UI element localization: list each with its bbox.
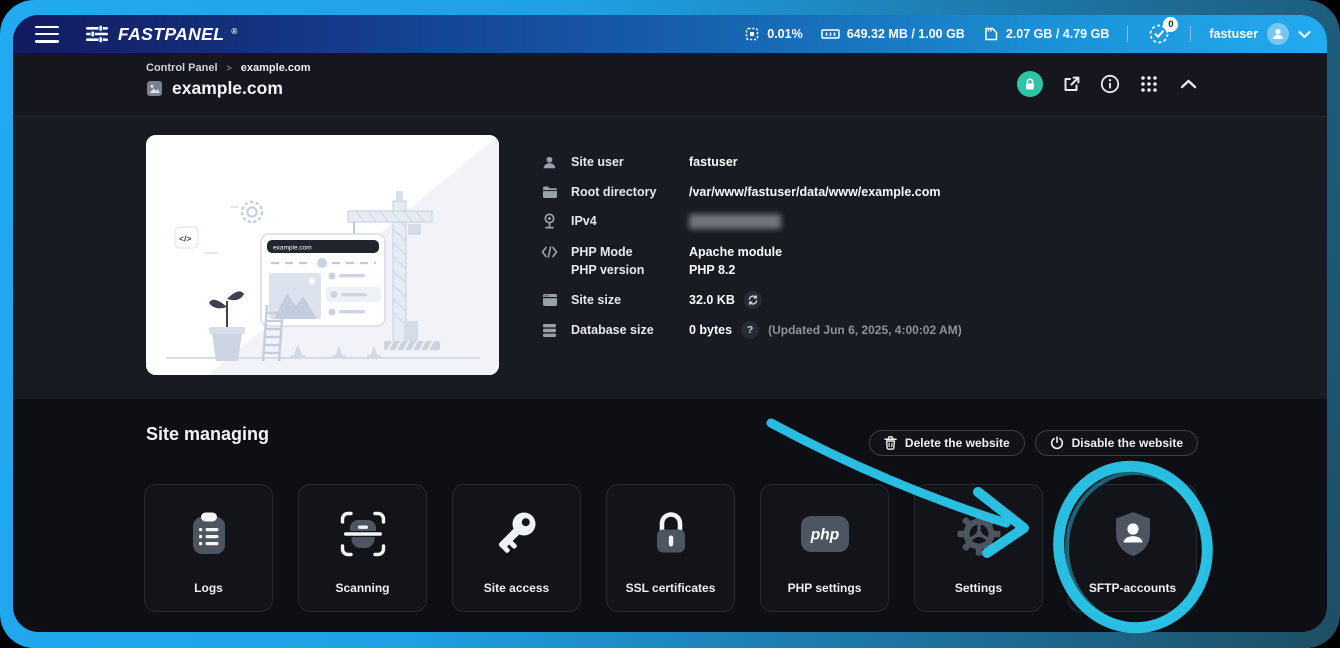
screenshot-stage: FASTPANEL ® 0.01% xyxy=(0,0,1340,648)
card-sftp-accounts[interactable]: SFTP-accounts xyxy=(1068,484,1197,612)
ssl-status-button[interactable] xyxy=(1017,71,1043,97)
topbar: FASTPANEL ® 0.01% xyxy=(13,15,1327,53)
key-icon xyxy=(492,509,542,564)
svg-text:</>: </> xyxy=(179,234,191,244)
page-title: example.com xyxy=(172,78,283,99)
user-icon xyxy=(541,155,558,170)
logs-icon xyxy=(184,509,234,564)
info-row-root-directory: Root directory /var/www/fastuser/data/ww… xyxy=(541,183,940,201)
apps-grid-button[interactable] xyxy=(1138,73,1160,95)
brand-logo[interactable]: FASTPANEL ® xyxy=(85,24,237,45)
brand-registered-mark: ® xyxy=(231,27,237,36)
svg-text:php: php xyxy=(809,527,838,544)
page-header: Control Panel > example.com example.com xyxy=(13,53,1327,117)
disk-value: 2.07 GB / 4.79 GB xyxy=(1006,27,1110,41)
sftp-shield-icon xyxy=(1108,509,1158,564)
info-row-php-version: PHP version PHP 8.2 xyxy=(541,261,735,279)
user-menu[interactable]: fastuser xyxy=(1209,23,1311,45)
trash-icon xyxy=(884,436,897,450)
illustration-domain: example.com xyxy=(273,245,312,252)
external-link-icon xyxy=(1062,75,1081,94)
tasks-button[interactable]: 0 xyxy=(1146,21,1172,47)
browser-window-icon xyxy=(541,293,558,307)
database-size-help-button[interactable]: ? xyxy=(741,321,759,339)
folder-icon xyxy=(541,185,558,199)
info-row-site-size: Site size 32.0 KB xyxy=(541,291,762,309)
topbar-divider xyxy=(1190,26,1191,42)
gear-icon xyxy=(954,509,1004,564)
ram-usage-stat: 649.32 MB / 1.00 GB xyxy=(821,27,965,41)
breadcrumb-current: example.com xyxy=(241,62,311,74)
site-managing-section: Site managing Delete the website xyxy=(13,399,1327,632)
info-row-database-size: Database size 0 bytes ? (Updated Jun 6, … xyxy=(541,321,962,339)
delete-website-button[interactable]: Delete the website xyxy=(869,430,1025,456)
breadcrumb: Control Panel > example.com xyxy=(146,62,310,74)
disk-usage-stat: 2.07 GB / 4.79 GB xyxy=(983,26,1110,42)
power-icon xyxy=(1050,436,1064,450)
chevron-down-icon[interactable] xyxy=(1298,30,1311,39)
code-icon xyxy=(541,246,558,258)
equalizer-icon xyxy=(85,25,111,43)
card-scanning[interactable]: Scanning xyxy=(298,484,427,612)
brand-name: FASTPANEL xyxy=(118,24,224,45)
disk-icon xyxy=(983,26,999,42)
card-settings[interactable]: Settings xyxy=(914,484,1043,612)
site-info-button[interactable] xyxy=(1099,73,1121,95)
site-overview: example.com xyxy=(13,117,1327,399)
card-logs[interactable]: Logs xyxy=(144,484,273,612)
chevron-up-icon xyxy=(1180,79,1197,89)
ram-value: 649.32 MB / 1.00 GB xyxy=(847,27,965,41)
card-site-access[interactable]: Site access xyxy=(452,484,581,612)
disable-website-button[interactable]: Disable the website xyxy=(1035,430,1198,456)
cpu-usage-stat: 0.01% xyxy=(744,26,802,42)
location-icon xyxy=(541,213,558,229)
avatar xyxy=(1267,23,1289,45)
info-row-site-user: Site user fastuser xyxy=(541,153,738,171)
info-row-ipv4: IPv4 xyxy=(541,212,781,230)
cpu-icon xyxy=(744,26,760,42)
ssl-lock-icon xyxy=(646,509,696,564)
app-window: FASTPANEL ® 0.01% xyxy=(13,15,1327,632)
section-title: Site managing xyxy=(146,424,269,445)
tasks-count-badge: 0 xyxy=(1163,17,1178,32)
grid-dots-icon xyxy=(1140,75,1158,93)
ram-icon xyxy=(821,27,840,41)
php-icon: php xyxy=(800,509,850,564)
ipv4-redacted-value xyxy=(689,214,781,229)
scanning-icon xyxy=(338,509,388,564)
breadcrumb-control-panel[interactable]: Control Panel xyxy=(146,62,218,74)
menu-hamburger-icon[interactable] xyxy=(35,26,59,43)
cpu-value: 0.01% xyxy=(767,27,802,41)
username-label: fastuser xyxy=(1209,27,1258,41)
lock-icon xyxy=(1024,78,1036,91)
person-icon xyxy=(1271,27,1285,41)
collapse-button[interactable] xyxy=(1177,73,1199,95)
database-size-updated-note: (Updated Jun 6, 2025, 4:00:02 AM) xyxy=(768,323,962,337)
breadcrumb-separator: > xyxy=(227,63,232,73)
card-php-settings[interactable]: php PHP settings xyxy=(760,484,889,612)
site-illustration: example.com xyxy=(146,135,499,375)
info-icon xyxy=(1100,74,1120,94)
recalculate-size-button[interactable] xyxy=(744,291,762,309)
info-row-php-mode: PHP Mode Apache module xyxy=(541,243,782,261)
site-thumbnail-icon xyxy=(146,80,163,97)
topbar-divider xyxy=(1127,26,1128,42)
card-ssl-certificates[interactable]: SSL certificates xyxy=(606,484,735,612)
database-icon xyxy=(541,323,558,338)
open-site-button[interactable] xyxy=(1060,73,1082,95)
refresh-icon xyxy=(748,295,758,305)
